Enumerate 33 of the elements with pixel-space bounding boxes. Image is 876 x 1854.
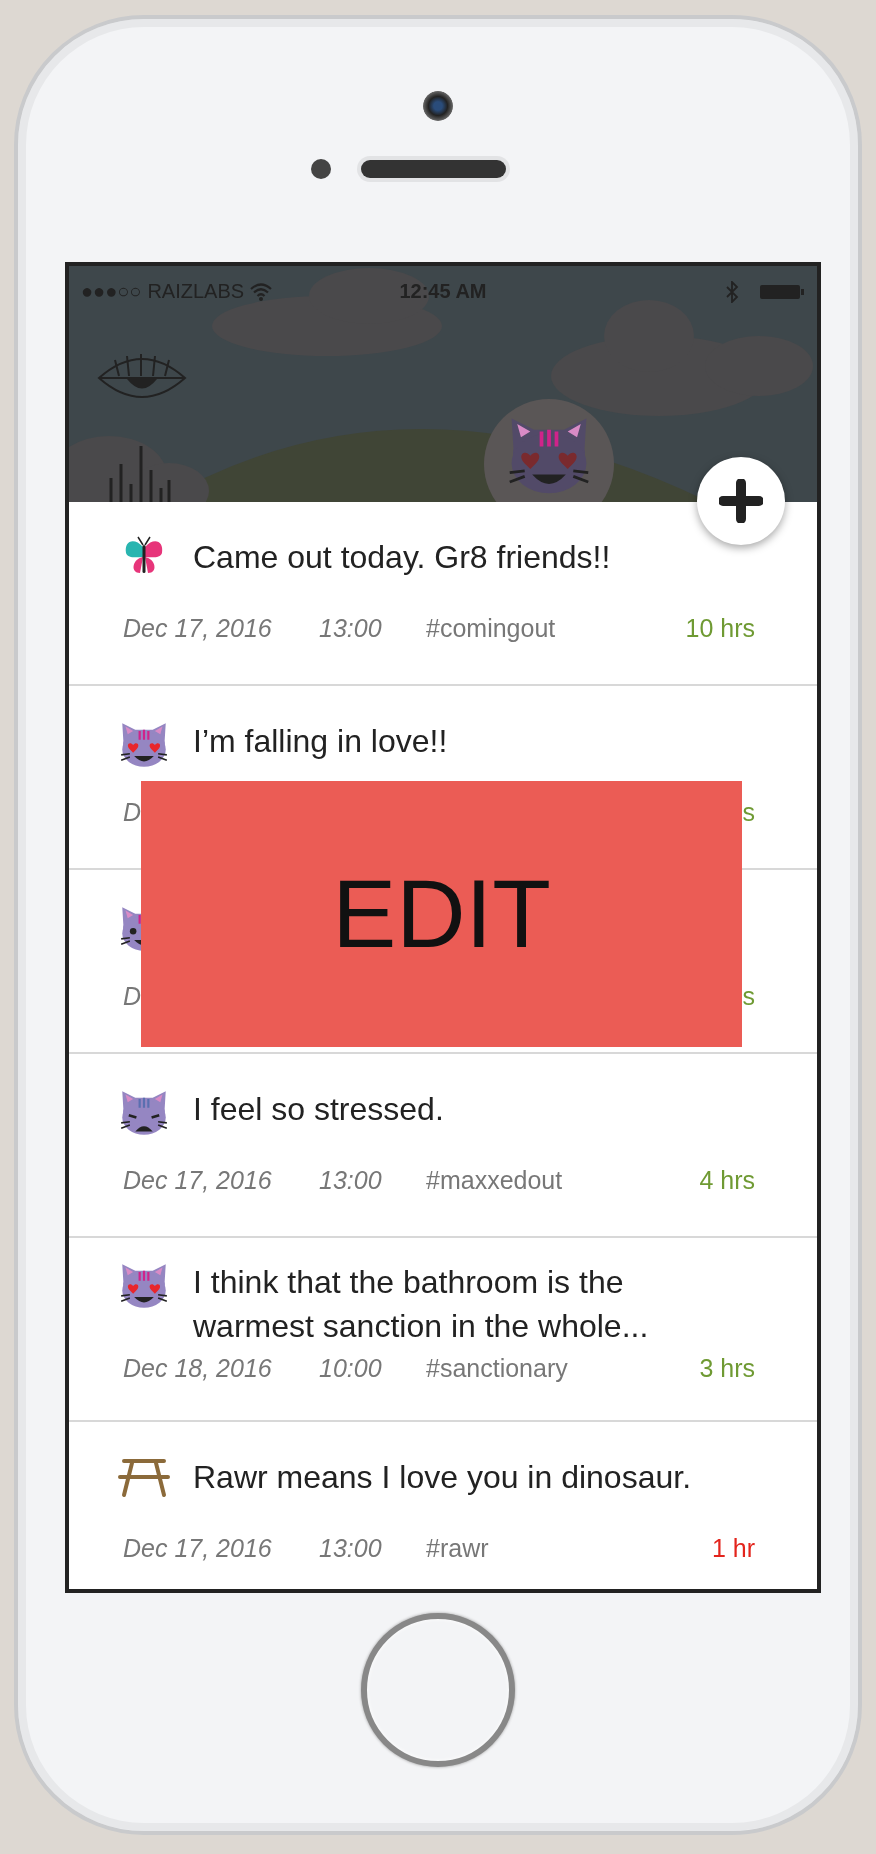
post-hashtag: #maxxedout xyxy=(426,1166,564,1195)
post-age: 3 hrs xyxy=(699,1354,755,1383)
post-text: I feel so stressed. xyxy=(193,1090,444,1129)
post-hashtag: #comingout xyxy=(426,614,557,643)
sensor-dot xyxy=(310,159,331,179)
camera-lens xyxy=(423,91,453,121)
post-date: Dec 17, 2016 xyxy=(123,1534,273,1563)
plus-icon xyxy=(719,479,763,523)
post-date: Dec 18, 2016 xyxy=(123,1354,273,1383)
edit-button[interactable]: EDIT xyxy=(141,781,742,1047)
post-text: Came out today. Gr8 friends!! xyxy=(193,538,611,577)
post-date: Dec 17, 2016 xyxy=(123,614,273,643)
bluetooth-icon xyxy=(725,280,739,303)
post-age: 10 hrs xyxy=(685,614,755,643)
post-date: D xyxy=(123,798,143,827)
post-text: I’m falling in love!! xyxy=(193,722,448,761)
signal-strength: ●●●○○ xyxy=(81,280,142,303)
battery-icon xyxy=(759,283,805,300)
post-age: s xyxy=(742,982,755,1011)
post-hashtag: #rawr xyxy=(426,1534,490,1563)
post-age: 4 hrs xyxy=(699,1166,755,1195)
wifi-icon xyxy=(250,282,273,301)
post-age: s xyxy=(742,798,755,827)
post-time: 13:00 xyxy=(319,614,383,643)
post-hashtag: #sanctionary xyxy=(426,1354,569,1383)
post-time: 13:00 xyxy=(319,1166,383,1195)
post-date: Dec 17, 2016 xyxy=(123,1166,273,1195)
post-time: 10:00 xyxy=(319,1354,383,1383)
post-time: 13:00 xyxy=(319,1534,383,1563)
post-text: Rawr means I love you in dinosaur. xyxy=(193,1458,692,1497)
post-date: D xyxy=(123,982,143,1011)
post-text: I think that the bathroom is the warmest sanction in the whole... xyxy=(193,1263,650,1346)
post-age: 1 hr xyxy=(711,1534,755,1563)
